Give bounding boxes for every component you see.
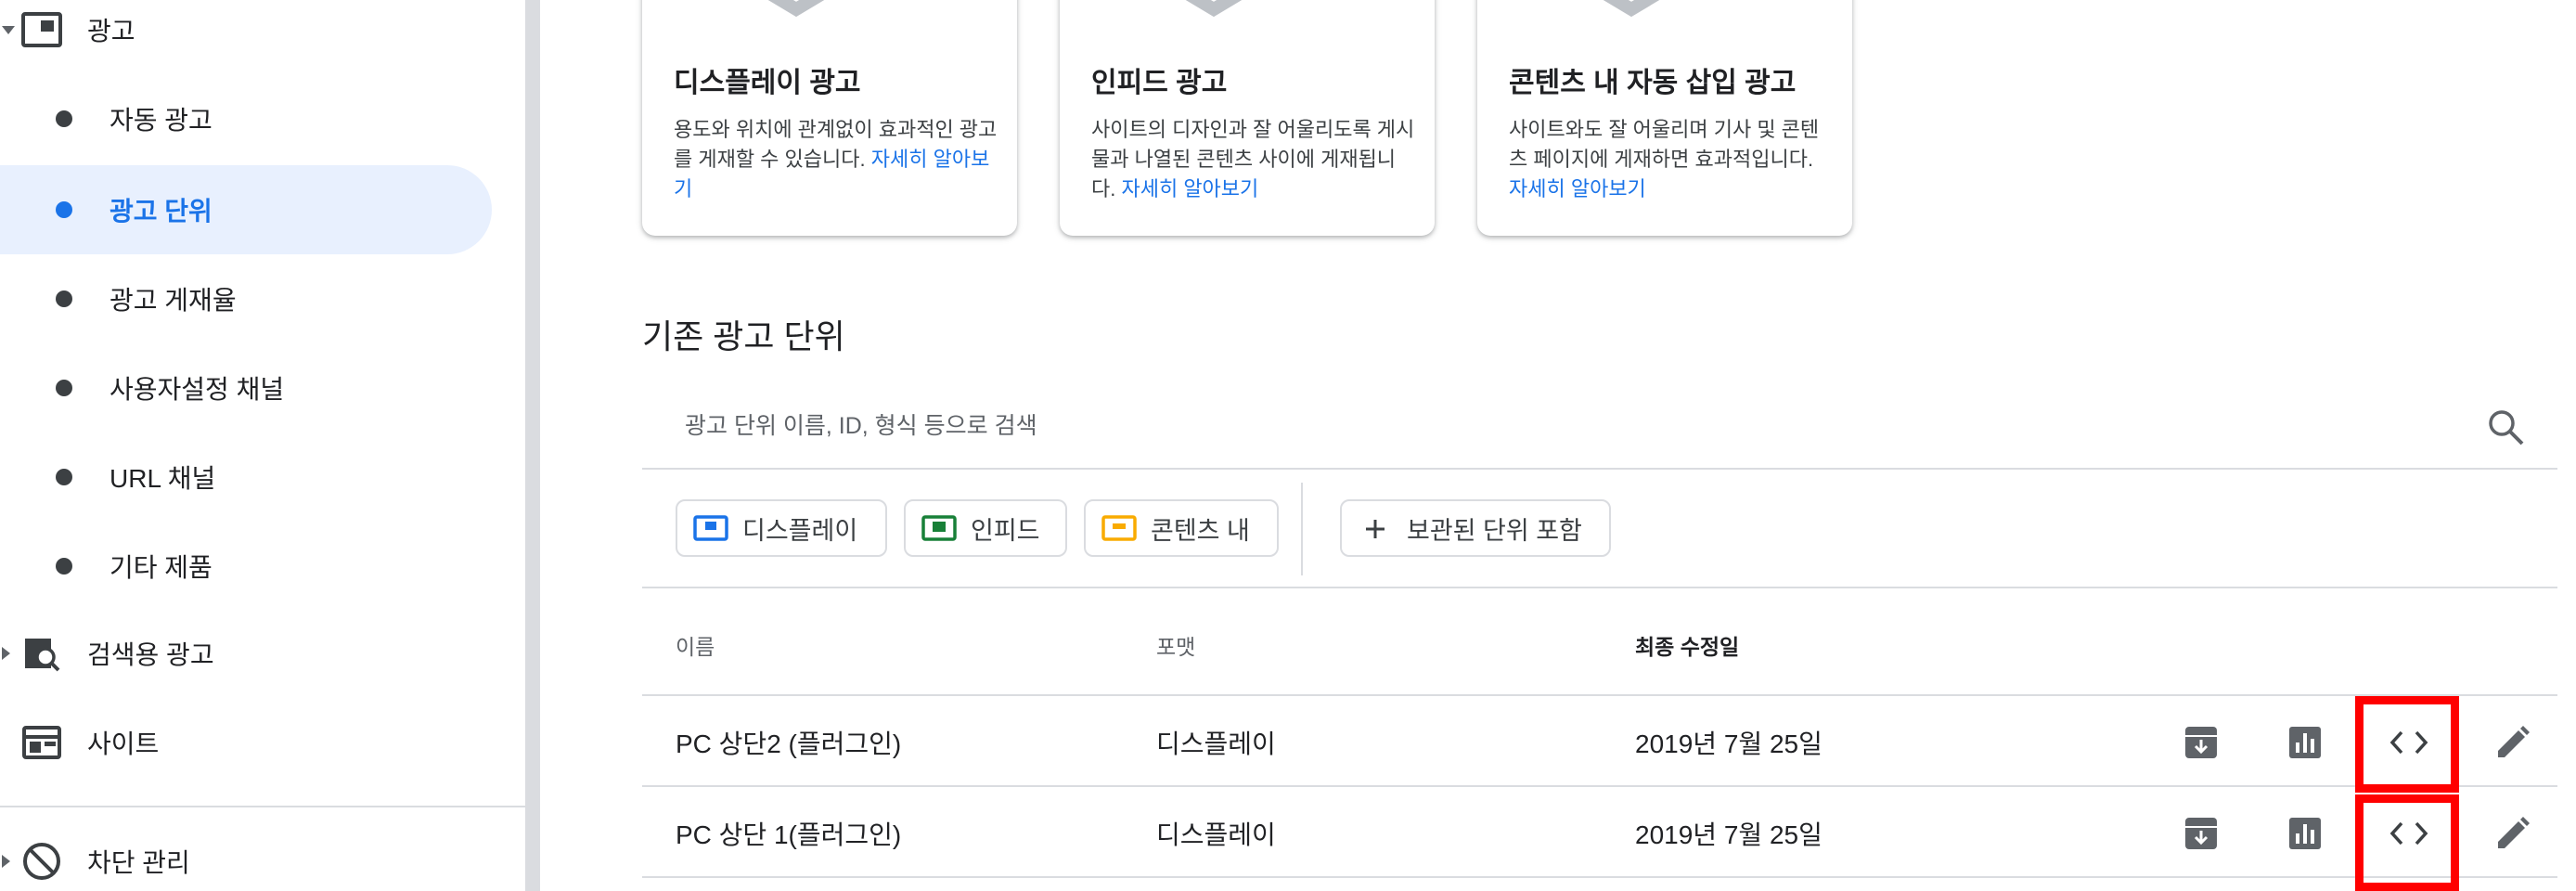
nav-item-search-ads[interactable]: 검색용 광고 (0, 609, 525, 698)
filter-chip-display[interactable]: 디스플레이 (676, 499, 887, 557)
chip-label: 인피드 (971, 516, 1040, 545)
highlight-box (2355, 696, 2459, 793)
card-description: 사이트의 디자인과 잘 어울리도록 게시물과 나열된 콘텐츠 사이에 게재됩니다… (1091, 118, 1415, 200)
card-description: 용도와 위치에 관계없이 효과적인 광고를 게재할 수 있습니다. 자세히 알아… (674, 118, 998, 200)
card-title: 콘텐츠 내 자동 삽입 광고 (1509, 68, 1797, 98)
table-row: PC 상단 1(플러그인) 디스플레이 2019년 7월 25일 (642, 787, 2557, 878)
sites-icon (20, 721, 63, 764)
sidebar-divider (0, 806, 525, 807)
sidebar: 광고 자동 광고 광고 단위 광고 게재율 사용자설정 채널 URL 채널 기타… (0, 0, 540, 891)
sidebar-item-auto-ads[interactable]: 자동 광고 (0, 74, 492, 163)
filter-chip-in-article[interactable]: 콘텐츠 내 (1084, 499, 1279, 557)
column-header-name[interactable]: 이름 (676, 629, 715, 661)
sidebar-item-other-products[interactable]: 기타 제품 (0, 522, 492, 611)
search-icon[interactable] (2485, 407, 2526, 447)
bullet-icon (56, 201, 72, 218)
nav-item-sites[interactable]: 사이트 (0, 698, 525, 787)
sidebar-item-label: 기타 제품 (109, 553, 213, 582)
ad-unit-name[interactable]: PC 상단 1(플러그인) (676, 815, 901, 852)
search-input[interactable] (685, 405, 2355, 447)
filter-divider (1301, 483, 1303, 575)
column-header-format[interactable]: 포맷 (1156, 629, 1195, 661)
archive-icon[interactable] (2175, 717, 2227, 768)
card-description: 사이트와도 잘 어울리며 기사 및 콘텐츠 페이지에 게재하면 효과적입니다. … (1509, 118, 1820, 200)
bar-chart-icon[interactable] (2279, 807, 2331, 859)
sidebar-item-label: 광고 게재율 (109, 286, 237, 315)
highlight-box (2355, 794, 2459, 891)
sidebar-item-ad-units[interactable]: 광고 단위 (0, 165, 492, 254)
ad-unit-modified: 2019년 7월 25일 (1635, 730, 1823, 758)
display-format-icon (693, 515, 728, 541)
include-archived-button[interactable]: 보관된 단위 포함 (1340, 499, 1611, 557)
ad-unit-format: 디스플레이 (1156, 730, 1276, 758)
infeed-format-icon (921, 515, 957, 541)
bar-chart-icon[interactable] (2279, 717, 2331, 768)
chip-label: 보관된 단위 포함 (1407, 516, 1582, 545)
section-title: 기존 광고 단위 (642, 317, 845, 355)
sidebar-item-label: 자동 광고 (109, 106, 213, 135)
chip-label: 콘텐츠 내 (1151, 516, 1250, 545)
sidebar-item-label: 광고 단위 (109, 197, 213, 226)
ads-icon (20, 8, 63, 51)
card-display-ads[interactable]: 디스플레이 광고 용도와 위치에 관계없이 효과적인 광고를 게재할 수 있습니… (642, 0, 1017, 236)
caret-right-icon[interactable] (2, 855, 10, 868)
nav-item-ads[interactable]: 광고 (0, 0, 525, 74)
archive-icon[interactable] (2175, 807, 2227, 859)
bullet-icon (56, 469, 72, 485)
illustration-icon (767, 0, 825, 18)
column-header-last-modified[interactable]: 최종 수정일 (1635, 629, 1739, 661)
bullet-icon (56, 110, 72, 127)
bullet-icon (56, 291, 72, 307)
filter-chip-infeed[interactable]: 인피드 (904, 499, 1067, 557)
card-in-article-ads[interactable]: 콘텐츠 내 자동 삽입 광고 사이트와도 잘 어울리며 기사 및 콘텐츠 페이지… (1477, 0, 1852, 236)
chip-label: 디스플레이 (742, 516, 858, 545)
nav-label-search-ads: 검색용 광고 (87, 640, 214, 669)
block-icon (20, 840, 63, 883)
edit-icon[interactable] (2487, 717, 2539, 768)
nav-label-blocking-controls: 차단 관리 (87, 848, 190, 877)
search-ads-icon (20, 632, 63, 675)
ad-unit-format: 디스플레이 (1156, 820, 1276, 849)
caret-down-icon[interactable] (2, 25, 15, 34)
sidebar-item-custom-channels[interactable]: 사용자설정 채널 (0, 343, 492, 433)
card-infeed-ads[interactable]: 인피드 광고 사이트의 디자인과 잘 어울리도록 게시물과 나열된 콘텐츠 사이… (1060, 0, 1435, 236)
learn-more-link[interactable]: 자세히 알아보기 (1509, 177, 1646, 200)
card-title: 디스플레이 광고 (674, 68, 861, 98)
in-article-format-icon (1101, 515, 1137, 541)
ad-unit-modified: 2019년 7월 25일 (1635, 820, 1823, 849)
caret-right-icon[interactable] (2, 647, 10, 660)
bullet-icon (56, 380, 72, 396)
illustration-icon (1603, 0, 1660, 18)
sidebar-item-url-channels[interactable]: URL 채널 (0, 433, 492, 522)
sidebar-item-label: URL 채널 (109, 464, 216, 493)
ad-unit-name[interactable]: PC 상단2 (플러그인) (676, 724, 901, 761)
card-title: 인피드 광고 (1091, 68, 1228, 98)
sidebar-item-label: 사용자설정 채널 (109, 375, 285, 404)
illustration-icon (1185, 0, 1243, 18)
nav-label-sites: 사이트 (87, 730, 160, 758)
divider (642, 587, 2557, 588)
nav-label-ads: 광고 (87, 17, 135, 45)
table-row: PC 상단2 (플러그인) 디스플레이 2019년 7월 25일 (642, 696, 2557, 787)
nav-item-blocking-controls[interactable]: 차단 관리 (0, 817, 525, 891)
sidebar-item-ad-serving[interactable]: 광고 게재율 (0, 254, 492, 343)
search-bar (642, 384, 2557, 470)
plus-icon (1366, 520, 1385, 538)
bullet-icon (56, 558, 72, 575)
learn-more-link[interactable]: 자세히 알아보기 (1121, 177, 1258, 200)
edit-icon[interactable] (2487, 807, 2539, 859)
